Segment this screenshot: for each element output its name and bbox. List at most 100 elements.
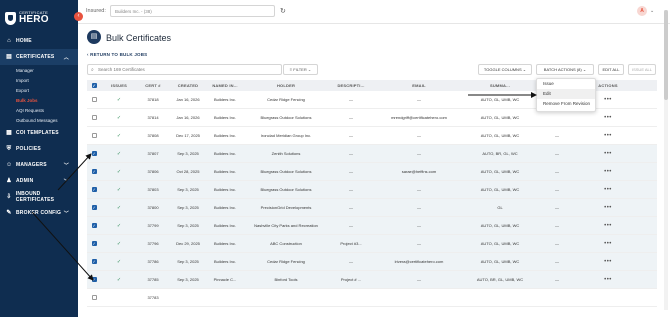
menu-item-issue[interactable]: Issue (537, 79, 595, 89)
table-row[interactable]: ✓ 37786 Sep 3, 2025 Builders Inc. Cedar Ridg… (87, 253, 657, 271)
row-checkbox[interactable] (91, 276, 97, 282)
menu-item-edit[interactable]: Edit (537, 89, 595, 99)
select-all-checkbox[interactable] (87, 82, 101, 89)
logo: CERTIFICATE HERO (5, 8, 55, 28)
table-body: ✓ 37818 Jan 16, 2026 Builders Inc. Cedar Rid… (87, 91, 657, 307)
submenu-item-aqi-requests[interactable]: AQI Requests (16, 105, 78, 115)
refresh-icon[interactable]: ↻ (280, 7, 286, 15)
batch-actions-button[interactable]: BATCH ACTIONS (8) ⌄ (536, 64, 594, 75)
admin-icon: ♟ (6, 178, 12, 184)
search-input[interactable]: ⌕ Search 169 Certificates (87, 64, 282, 75)
chevron-down-icon[interactable]: ⌄ (650, 8, 654, 14)
more-actions-icon[interactable]: ••• (604, 151, 612, 157)
users-icon: ☺ (6, 162, 13, 168)
cell-extra: — (555, 169, 559, 174)
row-checkbox[interactable] (91, 240, 97, 246)
cell-holder: Binford Tools (274, 277, 298, 282)
sidebar-item-inbound-certificates[interactable]: ⇩ INBOUND CERTIFICATES (0, 189, 78, 205)
table-row[interactable]: 37783 (87, 289, 657, 307)
row-checkbox[interactable] (91, 168, 97, 174)
more-actions-icon[interactable]: ••• (604, 277, 612, 283)
issue-all-button[interactable]: ISSUE ALL (628, 64, 656, 75)
sidebar-item-home[interactable]: ⌂ HOME (0, 33, 78, 49)
home-icon: ⌂ (7, 38, 11, 44)
scrollbar-thumb[interactable] (664, 10, 668, 100)
certificates-submenu: Manager Import Export Bulk Jobs AQI Requests… (0, 65, 78, 125)
cell-email: — (417, 187, 421, 192)
submenu-item-manager[interactable]: Manager (16, 65, 78, 75)
cell-summary: AUTO, GL, UMB, WC (480, 115, 520, 120)
table-row[interactable]: ✓ 37785 Sep 3, 2025 Pinnacle C... Binford To… (87, 271, 657, 289)
cell-extra: — (555, 205, 559, 210)
more-actions-icon[interactable]: ••• (604, 241, 612, 247)
collapse-sidebar-icon[interactable]: ‹ (74, 12, 83, 21)
submenu-item-outbound-messages[interactable]: Outbound Messages (16, 115, 78, 125)
more-actions-icon[interactable]: ••• (604, 205, 612, 211)
return-to-bulk-jobs-link[interactable]: ‹ RETURN TO BULK JOBS (87, 52, 147, 57)
row-checkbox[interactable] (91, 186, 97, 192)
cell-desc: — (349, 205, 353, 210)
edit-all-button[interactable]: EDIT ALL (598, 64, 624, 75)
more-actions-icon[interactable]: ••• (604, 169, 612, 175)
column-header: CREATED (177, 83, 199, 88)
cell-desc: Project #3... (340, 241, 362, 246)
cell-desc: — (349, 259, 353, 264)
menu-item-remove-from-revision[interactable]: Remove From Revision (537, 99, 595, 109)
more-actions-icon[interactable]: ••• (604, 223, 612, 229)
row-checkbox[interactable] (91, 132, 97, 138)
column-header: DESCRIPTI... (337, 83, 365, 88)
table-row[interactable]: ✓ 37799 Sep 3, 2025 Builders Inc. Nashville … (87, 217, 657, 235)
row-checkbox[interactable] (91, 294, 97, 300)
avatar[interactable]: A (637, 6, 647, 16)
more-actions-icon[interactable]: ••• (604, 133, 612, 139)
row-checkbox[interactable] (91, 222, 97, 228)
toggle-columns-button[interactable]: TOGGLE COLUMNS ⌄ (478, 64, 532, 75)
cell-holder: Bluegrass Outdoor Solutions (260, 169, 312, 174)
row-checkbox[interactable] (91, 258, 97, 264)
sidebar-item-broker-config[interactable]: ✎ BROKER CONFIG ﹀ (0, 205, 78, 221)
cell-email: mrendgriff@certificatehero.com (391, 115, 447, 120)
submenu-item-export[interactable]: Export (16, 85, 78, 95)
sidebar-item-label: BROKER CONFIG (16, 210, 62, 216)
table-row[interactable]: ✓ 37806 Oct 28, 2025 Builders Inc. Bluegrass… (87, 163, 657, 181)
insured-select[interactable]: Builders Inc. - (38) (110, 5, 275, 17)
check-icon: ✓ (116, 240, 122, 247)
cell-created: Sep 3, 2025 (177, 151, 199, 156)
filter-button[interactable]: ≡ FILTER ⌄ (283, 64, 318, 75)
sidebar-item-certificates[interactable]: ▤ CERTIFICATES ︿ (0, 49, 78, 65)
toggle-columns-label: TOGGLE COLUMNS (483, 67, 522, 72)
more-actions-icon[interactable]: ••• (604, 115, 612, 121)
submenu-item-bulk-jobs[interactable]: Bulk Jobs (16, 95, 78, 105)
cell-named: Builders Inc. (213, 133, 236, 138)
cell-summary: AUTO, GL, UMB, WC (480, 259, 520, 264)
sidebar-item-managers[interactable]: ☺ MANAGERS ﹀ (0, 157, 78, 173)
cell-email: — (417, 241, 421, 246)
row-checkbox[interactable] (91, 114, 97, 120)
sidebar-item-coi-templates[interactable]: ▦ COI TEMPLATES (0, 125, 78, 141)
table-row[interactable]: ✓ 37800 Sep 3, 2025 Builders Inc. PrecisionG… (87, 199, 657, 217)
cell-created: Jan 16, 2026 (176, 115, 200, 120)
cell-extra: — (555, 277, 559, 282)
search-placeholder: Search 169 Certificates (98, 67, 145, 72)
check-icon: ✓ (116, 222, 122, 229)
checkbox[interactable] (91, 82, 97, 88)
cell-summary: AUTO, GL, UMB, WC (480, 169, 520, 174)
inbound-icon: ⇩ (6, 194, 12, 200)
table-row[interactable]: ✓ 37803 Sep 3, 2025 Builders Inc. Bluegrass … (87, 181, 657, 199)
more-actions-icon[interactable]: ••• (604, 259, 612, 265)
row-checkbox[interactable] (91, 96, 97, 102)
row-checkbox[interactable] (91, 150, 97, 156)
check-icon: ✓ (116, 168, 122, 175)
sidebar-item-label: INBOUND CERTIFICATES (15, 191, 55, 203)
more-actions-icon[interactable]: ••• (604, 97, 612, 103)
cell-holder: ABC Construction (270, 241, 302, 246)
more-actions-icon[interactable]: ••• (604, 187, 612, 193)
table-row[interactable]: ✓ 37796 Dec 29, 2025 Builders Inc. ABC Const… (87, 235, 657, 253)
table-row[interactable]: ✓ 37808 Dec 17, 2025 Builders Inc. Ironclad … (87, 127, 657, 145)
row-checkbox[interactable] (91, 204, 97, 210)
sidebar-item-admin[interactable]: ♟ ADMIN ﹀ (0, 173, 78, 189)
sidebar-item-policies[interactable]: ⛨ POLICIES (0, 141, 78, 157)
cell-created: Oct 28, 2025 (176, 169, 200, 174)
table-row[interactable]: ✓ 37807 Sep 3, 2025 Builders Inc. Zenith Sol… (87, 145, 657, 163)
submenu-item-import[interactable]: Import (16, 75, 78, 85)
